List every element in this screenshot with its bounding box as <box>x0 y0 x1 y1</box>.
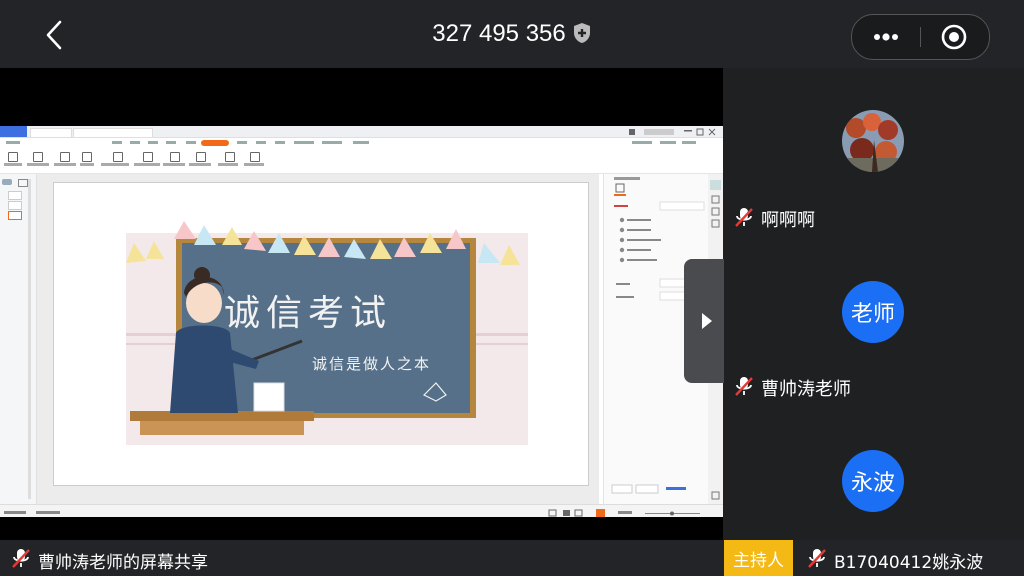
ribbon-label <box>163 163 185 166</box>
ribbon-label <box>4 163 22 166</box>
wps-menu-item <box>322 141 342 144</box>
host-name: B17040412姚永波 <box>834 553 984 573</box>
mic-muted-icon <box>733 375 755 402</box>
shield-icon <box>572 22 592 51</box>
ribbon-icon <box>33 152 43 162</box>
mic-muted-icon <box>10 547 32 574</box>
participant-row: 曹帅涛老师 <box>733 376 851 400</box>
ribbon-label <box>80 163 94 166</box>
close-target-icon[interactable] <box>940 23 968 51</box>
slide-subtitle: 诚信是做人之本 <box>312 355 431 373</box>
slide-thumb[interactable] <box>8 191 22 200</box>
wps-menu-item <box>186 141 196 144</box>
slide-thumbnail-panel <box>0 174 37 504</box>
participant-name: 曹帅涛老师 <box>761 379 851 400</box>
participant-name: 啊啊啊 <box>761 210 815 231</box>
ribbon-icon <box>60 152 70 162</box>
wps-menu-item <box>275 141 285 144</box>
ribbon-icon <box>143 152 153 162</box>
capsule-divider <box>920 27 921 47</box>
ribbon-label <box>244 163 264 166</box>
ribbon-icon <box>225 152 235 162</box>
ribbon-label <box>101 163 129 166</box>
ribbon-icon <box>196 152 206 162</box>
wps-tab-active <box>73 128 153 137</box>
ribbon-icon <box>170 152 180 162</box>
wps-home-tab <box>0 126 27 137</box>
slide-thumb[interactable] <box>8 201 22 210</box>
shared-wps-window: 诚信考试 诚信是做人之本 <box>0 126 723 517</box>
participant-avatar[interactable]: 老师 <box>842 281 904 343</box>
slide-illustration: 诚信考试 诚信是做人之本 <box>126 221 528 445</box>
host-participant: B17040412姚永波 <box>806 547 983 574</box>
ribbon-icon <box>8 152 18 162</box>
wps-menu-item <box>256 141 266 144</box>
wps-status-bar <box>0 504 723 517</box>
slide-thumb-active[interactable] <box>8 211 22 220</box>
ribbon-label <box>134 163 160 166</box>
screen-share-label: 曹帅涛老师的屏幕共享 <box>10 547 208 574</box>
mic-muted-icon <box>806 547 828 574</box>
slide: 诚信考试 诚信是做人之本 <box>53 182 589 486</box>
meeting-id-text: 327 495 356 <box>432 20 566 47</box>
mini-program-capsule <box>851 14 990 60</box>
ribbon-icon <box>82 152 92 162</box>
ribbon-icon <box>250 152 260 162</box>
participant-avatar-photo[interactable] <box>842 110 904 172</box>
slide-canvas: 诚信考试 诚信是做人之本 <box>37 174 599 504</box>
wps-menu-item <box>166 141 176 144</box>
ribbon-label <box>27 163 49 166</box>
wps-tab-bar <box>0 126 723 138</box>
ribbon-label <box>54 163 76 166</box>
participant-avatar[interactable]: 永波 <box>842 450 904 512</box>
mic-muted-icon <box>733 206 755 233</box>
host-badge: 主持人 <box>724 540 793 576</box>
wps-menu-item <box>148 141 158 144</box>
wps-menu-item <box>660 141 676 144</box>
ribbon-label <box>189 163 211 166</box>
participant-row: 啊啊啊 <box>733 207 815 231</box>
wps-menu-item <box>682 141 696 144</box>
wps-menu-item <box>237 141 247 144</box>
wps-menu-item <box>353 141 369 144</box>
wps-ribbon <box>0 149 723 174</box>
more-icon[interactable] <box>852 15 920 59</box>
wps-menu-active <box>201 140 229 146</box>
slide-title: 诚信考试 <box>224 293 392 334</box>
wps-tab <box>30 128 72 137</box>
ribbon-icon <box>113 152 123 162</box>
wps-menu-item <box>294 141 314 144</box>
wps-menu-item <box>6 141 20 144</box>
wps-menu-item <box>632 141 652 144</box>
wps-menu-item <box>112 141 122 144</box>
wps-menu-item <box>130 141 140 144</box>
collapse-gallery-button[interactable] <box>684 259 724 383</box>
screen-share-text: 曹帅涛老师的屏幕共享 <box>38 553 208 573</box>
ribbon-label <box>218 163 238 166</box>
top-bar: 327 495 356 <box>0 0 1024 68</box>
